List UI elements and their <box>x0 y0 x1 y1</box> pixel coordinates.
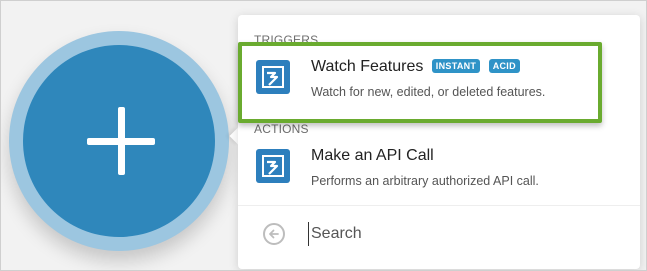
trigger-item-description: Watch for new, edited, or deleted featur… <box>311 85 546 99</box>
trigger-title-text: Watch Features <box>311 58 424 75</box>
window: TRIGGERS Watch Features INSTANT ACID Wat… <box>0 0 647 271</box>
trigger-item-watch-features[interactable]: Watch Features INSTANT ACID Watch for ne… <box>238 46 640 108</box>
action-item-title: Make an API Call <box>311 147 434 164</box>
module-picker-dropdown: TRIGGERS Watch Features INSTANT ACID Wat… <box>238 15 640 269</box>
triggers-section-label: TRIGGERS <box>254 33 319 47</box>
trigger-item-title: Watch Features INSTANT ACID <box>311 58 520 76</box>
actions-section-label: ACTIONS <box>254 122 309 136</box>
back-arrow-icon[interactable] <box>263 223 285 245</box>
instant-badge: INSTANT <box>431 59 481 73</box>
add-module-circle[interactable] <box>23 45 215 237</box>
action-item-description: Performs an arbitrary authorized API cal… <box>311 174 539 188</box>
action-item-make-api-call[interactable]: Make an API Call Performs an arbitrary a… <box>238 135 640 197</box>
arcgis-app-icon <box>256 60 290 94</box>
add-module-button[interactable] <box>9 31 229 251</box>
arcgis-app-icon <box>256 149 290 183</box>
search-row <box>238 205 640 270</box>
plus-icon-vertical <box>118 107 125 175</box>
search-input[interactable] <box>308 222 611 246</box>
acid-badge: ACID <box>488 59 520 73</box>
